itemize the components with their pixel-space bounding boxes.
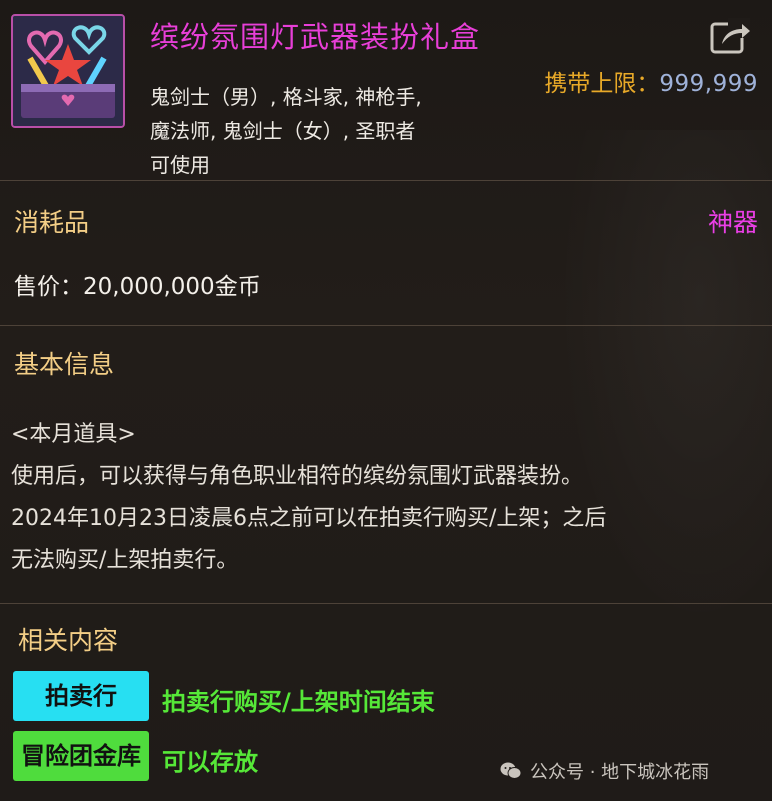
- carry-limit-value: 999,999: [659, 71, 758, 97]
- item-type: 消耗品: [14, 208, 90, 237]
- share-export-icon[interactable]: [708, 16, 752, 56]
- watermark-text: 公众号 · 地下城冰花雨: [530, 762, 710, 783]
- item-tooltip-panel: 缤纷氛围灯武器装扮礼盒 鬼剑士（男）, 格斗家, 神枪手, 魔法师, 鬼剑士（女…: [0, 0, 772, 801]
- description-line: 2024年10月23日凌晨6点之前可以在拍卖行购买/上架；之后: [11, 506, 607, 531]
- classes-line: 魔法师, 鬼剑士（女）, 圣职者: [150, 119, 416, 143]
- bank-note: 可以存放: [162, 748, 258, 776]
- section-title-related: 相关内容: [18, 626, 119, 655]
- classes-line: 鬼剑士（男）, 格斗家, 神枪手,: [150, 85, 422, 109]
- item-price: 售价：20,000,000金币: [14, 274, 261, 300]
- carry-limit-label: 携带上限：: [544, 71, 660, 97]
- wechat-icon: [500, 761, 522, 781]
- usable-classes: 鬼剑士（男）, 格斗家, 神枪手, 魔法师, 鬼剑士（女）, 圣职者 可使用: [150, 80, 490, 182]
- divider: [0, 603, 772, 604]
- watermark: 公众号 · 地下城冰花雨: [500, 758, 709, 784]
- adventure-bank-button[interactable]: 冒险团金库: [13, 731, 149, 781]
- description-line: 无法购买/上架拍卖行。: [11, 548, 239, 573]
- item-grade: 神器: [707, 208, 758, 237]
- description-line: 使用后，可以获得与角色职业相符的缤纷氛围灯武器装扮。: [11, 464, 584, 489]
- auction-house-button[interactable]: 拍卖行: [13, 671, 149, 721]
- carry-limit: 携带上限：999,999: [544, 64, 758, 98]
- section-title-basic-info: 基本信息: [14, 350, 115, 379]
- divider: [0, 180, 772, 181]
- classes-line: 可使用: [150, 153, 210, 177]
- divider: [0, 325, 772, 326]
- description-line: <本月道具>: [11, 422, 136, 447]
- item-description: <本月道具> 使用后，可以获得与角色职业相符的缤纷氛围灯武器装扮。 2024年1…: [11, 414, 761, 582]
- auction-note: 拍卖行购买/上架时间结束: [162, 688, 435, 716]
- item-title: 缤纷氛围灯武器装扮礼盒: [150, 20, 481, 54]
- gift-box-icon: [11, 14, 125, 128]
